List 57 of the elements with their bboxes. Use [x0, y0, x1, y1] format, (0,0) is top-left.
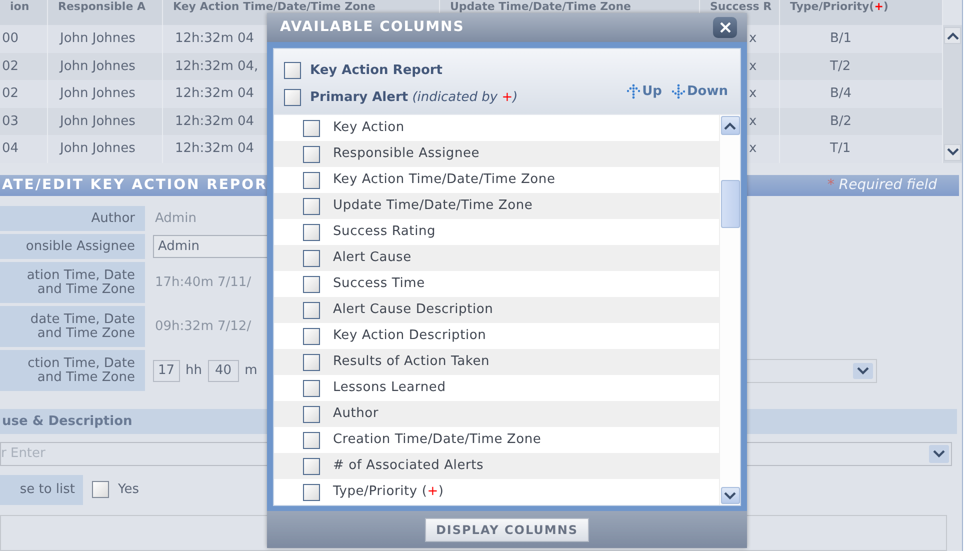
table-cell-text: 00 [2, 30, 19, 48]
column-option-label: Author [333, 405, 379, 424]
column-option-label: Success Rating [333, 223, 436, 242]
table-cell-text: 12h:32m 04 [175, 30, 254, 48]
table-cell-text: 12h:32m 04 [175, 85, 254, 103]
table-cell-text: 12h:32m 04 [175, 112, 254, 130]
form-title: ATE/EDIT KEY ACTION REPOR [2, 176, 268, 195]
table-cell-text: John Johnes [60, 30, 136, 48]
table-cell-text: T/1 [830, 140, 851, 158]
hours-unit: hh [186, 362, 202, 380]
required-note: * Required field [827, 176, 937, 195]
section-title: use & Description [2, 412, 132, 431]
column-option-label: Success Time [333, 275, 425, 294]
column-option-label: Key Action Description [333, 327, 486, 346]
table-cell-text: 04 [2, 140, 19, 158]
table-cell-text: B/2 [830, 112, 852, 130]
field-value: 09h:32m 7/12/ [155, 318, 252, 336]
column-option-label: Update Time/Date/Time Zone [333, 197, 533, 216]
field-label: onsible Assignee [0, 234, 145, 260]
table-cell-text: 02 [2, 58, 19, 76]
table-cell-text: B/1 [830, 30, 852, 48]
table-cell-text: John Johnes [60, 58, 136, 76]
table-cell-text: x [749, 112, 757, 130]
column-option-label: Key Action Time/Date/Time Zone [333, 171, 556, 190]
group-label: Key Action Report [310, 62, 443, 80]
table-cell-text: x [749, 58, 757, 76]
table-cell-text: John Johnes [60, 140, 136, 158]
column-option-label: Alert Cause [333, 249, 412, 268]
table-cell-text: 03 [2, 112, 19, 130]
field-label: se to list [0, 474, 83, 505]
table-cell-text: x [749, 30, 757, 48]
checkbox-label: Yes [118, 480, 139, 499]
field-label: ction Time, Date and Time Zone [0, 350, 145, 392]
column-option-label: Lessons Learned [333, 379, 446, 398]
minutes-unit: m [244, 362, 258, 380]
field-label: ation Time, Date and Time Zone [0, 262, 145, 304]
table-cell-text: 12h:32m 04, [175, 58, 258, 76]
table-cell-text: x [749, 140, 757, 158]
column-option-label: Creation Time/Date/Time Zone [333, 431, 542, 450]
column-option-label: Alert Cause Description [333, 301, 494, 320]
field-value: 17h:40m 7/11/ [155, 274, 252, 292]
table-cell-text: John Johnes [60, 85, 136, 103]
column-option-label: Type/Priority (+) [333, 483, 444, 502]
table-cell-text: B/4 [830, 85, 852, 103]
field-value: Admin [155, 210, 196, 228]
field-label: Author [0, 206, 145, 232]
column-option-label: Responsible Assignee [333, 145, 480, 164]
table-cell-text: 12h:32m 04 [175, 140, 254, 158]
table-cell-text: 02 [2, 85, 19, 103]
field-label: date Time, Date and Time Zone [0, 306, 145, 348]
column-option-label: Results of Action Taken [333, 353, 490, 372]
group-label: Primary Alert (indicated by +) [310, 88, 518, 106]
column-option-label: Key Action [333, 119, 404, 138]
table-cell-text: x [749, 85, 757, 103]
table-cell-text: T/2 [830, 58, 851, 76]
table-cell-text: John Johnes [60, 112, 136, 130]
column-option-label: # of Associated Alerts [333, 457, 484, 476]
